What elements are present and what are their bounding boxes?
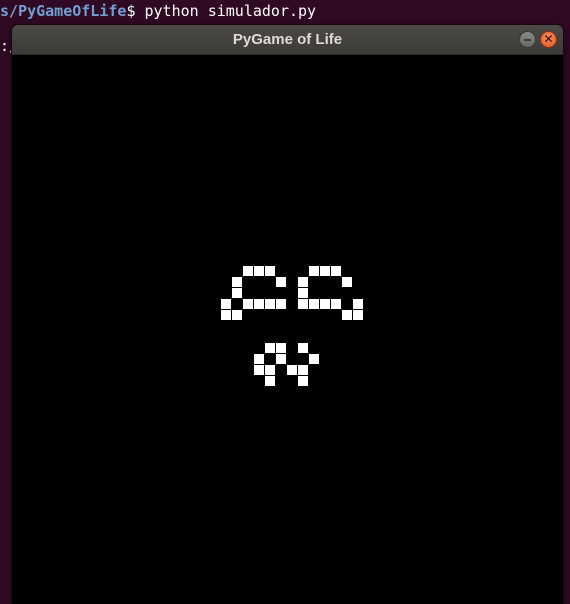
live-cell (221, 299, 231, 309)
live-cell (298, 343, 308, 353)
live-cell (276, 354, 286, 364)
live-cell (276, 277, 286, 287)
live-cell (254, 299, 264, 309)
live-cell (320, 266, 330, 276)
live-cell (331, 299, 341, 309)
close-icon: ✕ (543, 32, 554, 46)
live-cell (342, 310, 352, 320)
live-cell (221, 310, 231, 320)
live-cell (265, 299, 275, 309)
window-title: PyGame of Life (232, 31, 343, 48)
close-button[interactable]: ✕ (540, 31, 557, 48)
live-cell (265, 343, 275, 353)
live-cell (265, 365, 275, 375)
live-cell (232, 310, 242, 320)
live-cell (353, 310, 363, 320)
window-titlebar[interactable]: PyGame of Life ✕ (12, 25, 563, 55)
live-cell (298, 376, 308, 386)
live-cell (298, 299, 308, 309)
minimize-icon (524, 38, 531, 41)
live-cell (309, 266, 319, 276)
live-cell (254, 365, 264, 375)
live-cell (254, 354, 264, 364)
live-cell (287, 365, 297, 375)
live-cell (353, 299, 363, 309)
live-cell (298, 365, 308, 375)
live-cell (298, 277, 308, 287)
live-cell (320, 299, 330, 309)
terminal-command: python simulador.py (144, 2, 317, 20)
live-cell (265, 266, 275, 276)
live-cell (243, 299, 253, 309)
terminal-prompt-suffix: $ (126, 2, 145, 20)
game-canvas[interactable] (12, 55, 563, 604)
terminal-path: s/PyGameOfLife (0, 2, 127, 20)
live-cell (276, 343, 286, 353)
minimize-button[interactable] (519, 31, 536, 48)
live-cell (265, 376, 275, 386)
live-cell (232, 277, 242, 287)
live-cell (309, 299, 319, 309)
live-cell (232, 288, 242, 298)
pygame-window[interactable]: PyGame of Life ✕ (12, 25, 563, 604)
live-cell (276, 299, 286, 309)
live-cell (331, 266, 341, 276)
live-cell (342, 277, 352, 287)
live-cell (254, 266, 264, 276)
live-cell (298, 288, 308, 298)
live-cell (243, 266, 253, 276)
terminal-command-line: s/PyGameOfLife$ python simulador.py (0, 0, 316, 22)
live-cell (309, 354, 319, 364)
